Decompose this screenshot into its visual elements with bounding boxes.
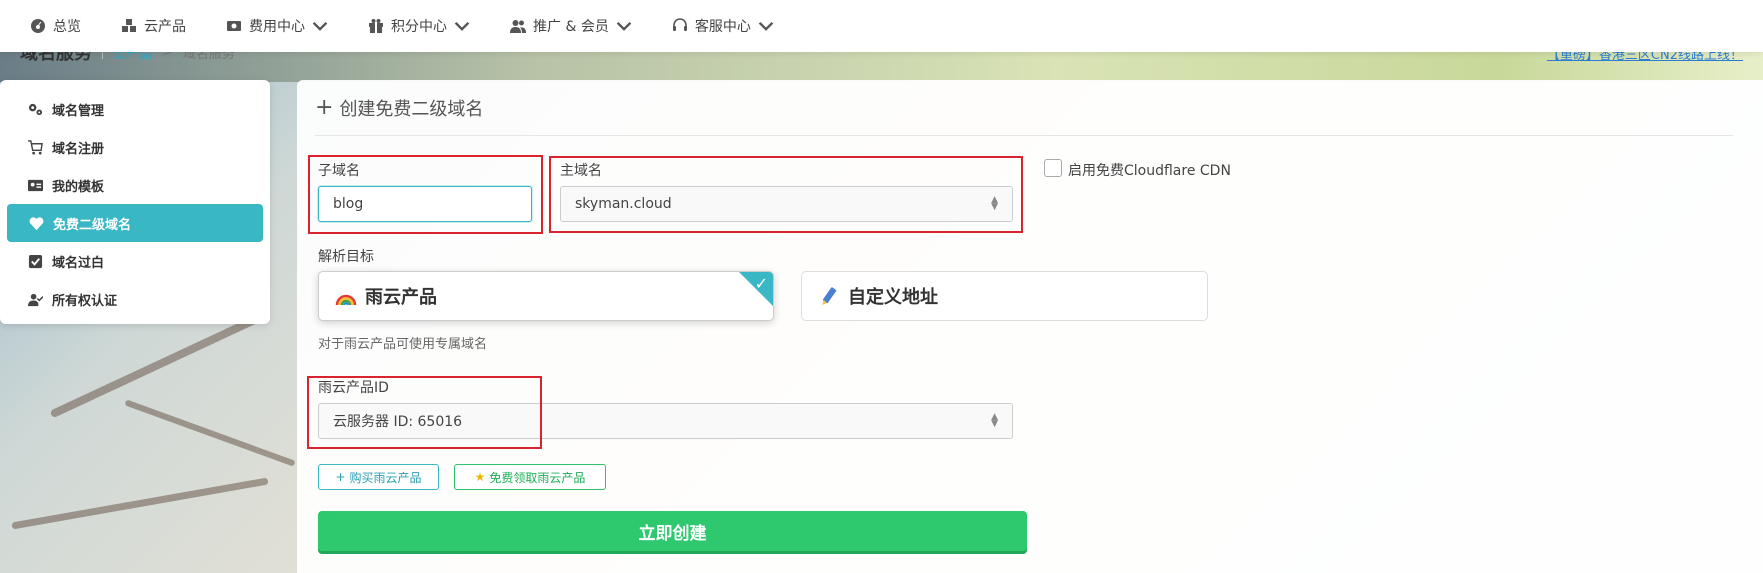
rainbow-icon (335, 285, 357, 307)
money-icon (227, 21, 241, 31)
nav-label: 总览 (53, 19, 81, 35)
chevron-down-icon (616, 21, 632, 31)
target-option-label: 雨云产品 (365, 287, 437, 308)
nav-affiliate[interactable]: 推广 & 会员 (510, 16, 632, 36)
id-card-icon (28, 179, 43, 191)
highlight-box (308, 155, 543, 234)
nav-points[interactable]: 积分中心 (368, 16, 470, 36)
cdn-label: 启用免费Cloudflare CDN (1068, 163, 1231, 179)
pen-icon (818, 285, 840, 307)
background-branch (124, 399, 296, 467)
create-subdomain-panel: + 创建免费二级域名 子域名 blog 主域名 skyman.cloud ▲ ▼ … (297, 80, 1763, 573)
sidebar-item-templates[interactable]: 我的模板 (0, 166, 270, 204)
free-product-label: 免费领取雨云产品 (489, 470, 586, 485)
dashboard-icon (31, 19, 45, 33)
cdn-checkbox[interactable] (1044, 159, 1062, 177)
star-icon: ★ (474, 470, 486, 484)
chevron-down-icon (312, 21, 328, 31)
nav-label: 推广 & 会员 (533, 19, 609, 35)
create-button[interactable]: 立即创建 (318, 511, 1027, 551)
buy-product-button[interactable]: + 购买雨云产品 (318, 464, 439, 490)
nav-label: 云产品 (144, 19, 186, 35)
plus-icon: + (315, 95, 334, 120)
nav-cloud-products[interactable]: 云产品 (121, 16, 186, 36)
chevron-down-icon (758, 21, 774, 31)
target-option-label: 自定义地址 (848, 287, 938, 308)
sidebar-item-label: 免费二级域名 (53, 217, 132, 233)
gift-icon (369, 19, 383, 33)
highlight-box (307, 376, 542, 449)
chevron-down-icon (454, 21, 470, 31)
create-button-label: 立即创建 (638, 523, 707, 544)
nav-label: 客服中心 (694, 19, 751, 35)
sidebar-item-domain-management[interactable]: 域名管理 (0, 90, 270, 128)
heart-icon (29, 216, 44, 230)
check-icon: ✓ (754, 274, 768, 293)
sidebar: 域名管理 域名注册 我的模板 免费二级域名 域名过白 所有权认证 (0, 80, 270, 324)
highlight-box (549, 156, 1023, 233)
free-product-button[interactable]: ★ 免费领取雨云产品 (454, 464, 606, 490)
buy-product-label: 购买雨云产品 (349, 470, 422, 485)
user-check-icon (28, 293, 43, 306)
select-arrows-icon: ▲ ▼ (991, 412, 998, 429)
sidebar-item-domain-whitelist[interactable]: 域名过白 (0, 242, 270, 280)
target-option-custom[interactable]: 自定义地址 (801, 271, 1208, 321)
target-hint: 对于雨云产品可使用专属域名 (318, 337, 488, 352)
background-sky (0, 52, 1763, 82)
nav-label: 积分中心 (391, 19, 447, 35)
sidebar-item-domain-register[interactable]: 域名注册 (0, 128, 270, 166)
users-icon (510, 20, 526, 33)
nav-billing[interactable]: 费用中心 (226, 16, 328, 36)
cart-icon (28, 139, 43, 155)
background-branch (49, 309, 271, 419)
panel-header: + 创建免费二级域名 (315, 80, 1733, 136)
cubes-icon (122, 19, 136, 32)
target-label: 解析目标 (318, 249, 374, 265)
background-branch (11, 477, 269, 530)
sidebar-item-free-subdomain[interactable]: 免费二级域名 (7, 204, 263, 242)
plus-icon: + (335, 470, 346, 484)
check-square-icon (28, 254, 43, 268)
top-navigation: 总览 云产品 费用中心 积分中心 推广 & 会员 客服中心 (0, 0, 1763, 52)
nav-label: 费用中心 (249, 19, 305, 35)
panel-title: 创建免费二级域名 (339, 98, 484, 120)
target-option-rainyun[interactable]: 雨云产品 ✓ (318, 271, 774, 321)
sidebar-item-ownership[interactable]: 所有权认证 (0, 280, 270, 318)
nav-overview[interactable]: 总览 (30, 16, 81, 36)
sidebar-item-label: 我的模板 (52, 179, 105, 195)
nav-support[interactable]: 客服中心 (672, 16, 774, 36)
sidebar-item-label: 域名管理 (52, 103, 105, 119)
cogs-icon (28, 103, 43, 115)
sidebar-item-label: 域名过白 (52, 255, 105, 271)
sidebar-item-label: 域名注册 (52, 141, 105, 157)
sidebar-item-label: 所有权认证 (52, 293, 118, 309)
headset-icon (672, 18, 687, 31)
